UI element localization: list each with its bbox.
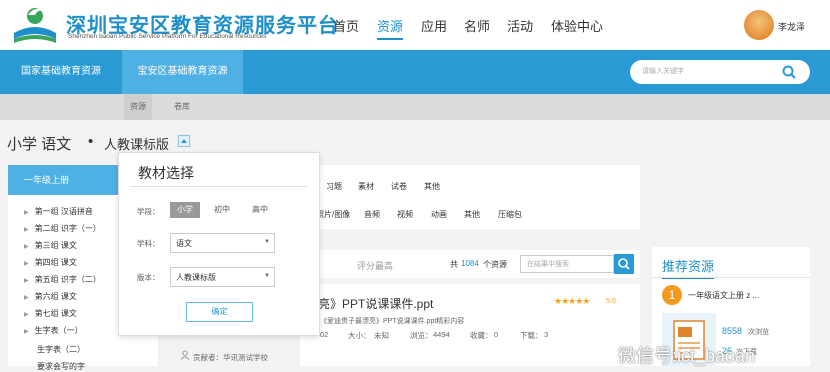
tab-national-resources[interactable]: 国家基础教育资源 xyxy=(0,50,122,94)
chevron-down-icon: ▼ xyxy=(264,239,270,245)
expand-icon: ▶ xyxy=(24,244,29,250)
sort-highest-rated[interactable]: 评分最高 xyxy=(357,259,393,272)
recommend-views: 8558 xyxy=(722,326,743,336)
expand-icon: ▶ xyxy=(24,278,29,284)
search-icon[interactable] xyxy=(614,254,634,274)
nav-apps[interactable]: 应用 xyxy=(421,16,447,35)
recommend-title: 推荐资源 xyxy=(662,256,715,279)
size-value: 未知 xyxy=(374,331,389,340)
nav-home[interactable]: 首页 xyxy=(333,16,359,35)
total-count: 1084 xyxy=(461,259,479,268)
wechat-icon xyxy=(598,348,618,364)
sidebar-item[interactable]: ▶ 第四组 课文 xyxy=(24,257,77,268)
filter-animation[interactable]: 动画 xyxy=(431,209,447,220)
sidebar-item[interactable]: ▶ 生字表（一） xyxy=(24,325,83,336)
download-value: 3 xyxy=(544,330,549,339)
filter-video[interactable]: 视频 xyxy=(397,209,413,220)
edition-label: 版本： xyxy=(137,273,160,282)
chevron-down-icon: ▼ xyxy=(264,273,270,279)
breadcrumb-subject: 小学 语文 xyxy=(7,136,72,153)
watermark: 微信号:ict_baoan xyxy=(618,346,756,366)
nav-teachers[interactable]: 名师 xyxy=(464,16,490,35)
filter-other-2[interactable]: 其他 xyxy=(464,209,480,220)
sidebar-item[interactable]: ▶ 第五组 识字（二） xyxy=(24,274,101,285)
expand-icon: ▶ xyxy=(24,329,29,335)
subject-label: 学科： xyxy=(137,239,160,248)
sidebar-item[interactable]: 要求会写的字 xyxy=(37,361,85,372)
views-label: 浏览： xyxy=(410,331,433,340)
subtab-resources[interactable]: 资源 xyxy=(124,94,152,120)
resource-uploader: 贡献者：华讯测试学校 xyxy=(193,353,268,362)
collapse-icon[interactable] xyxy=(178,135,190,147)
popup-divider xyxy=(130,186,308,187)
filter-paper[interactable]: 试卷 xyxy=(391,181,407,192)
filter-image[interactable]: 照片/图像 xyxy=(316,209,350,220)
size-label: 大小： xyxy=(348,331,371,340)
popup-title: 教材选择 xyxy=(138,165,194,181)
expand-icon: ▶ xyxy=(24,261,29,267)
stage-junior-button[interactable]: 初中 xyxy=(210,202,234,218)
stage-label: 学段： xyxy=(137,207,160,216)
nav-activities[interactable]: 活动 xyxy=(507,16,533,35)
breadcrumb-separator: • xyxy=(88,133,94,150)
user-icon xyxy=(180,350,190,360)
resource-title[interactable]: 亮》PPT说课课件.ppt xyxy=(318,295,433,312)
fav-value: 0 xyxy=(494,330,499,339)
rating-stars-icon: ★★★★★ xyxy=(554,296,590,306)
sidebar-item[interactable]: ▶ 第一组 汉语拼音 xyxy=(24,206,93,217)
tab-baoan-resources[interactable]: 宝安区基础教育资源 xyxy=(122,50,243,94)
logo-icon[interactable] xyxy=(8,3,62,45)
recommend-item-title[interactable]: 一年级语文上册 z ... xyxy=(688,290,759,301)
edition-select-value: 人教课标版 xyxy=(176,273,216,282)
recommend-divider xyxy=(652,277,810,278)
avatar[interactable] xyxy=(744,10,774,40)
sidebar-item[interactable]: 生字表（二） xyxy=(37,344,85,355)
sidebar-item[interactable]: ▶ 第二组 识字（一） xyxy=(24,223,101,234)
confirm-button[interactable]: 确定 xyxy=(186,302,253,322)
site-subtitle: Shenzhen baoan Public Service Platform F… xyxy=(68,33,267,40)
filter-material[interactable]: 素材 xyxy=(358,181,374,192)
search-icon[interactable] xyxy=(770,60,810,84)
rating-score: 5.0 xyxy=(606,298,616,305)
nav-experience[interactable]: 体验中心 xyxy=(551,16,603,35)
expand-icon: ▶ xyxy=(24,295,29,301)
stage-primary-button[interactable]: 小学 xyxy=(170,202,200,218)
download-label: 下载： xyxy=(520,331,543,340)
nav-resources[interactable]: 资源 xyxy=(377,16,404,40)
sidebar-item[interactable]: ▶ 第三组 课文 xyxy=(24,240,77,251)
resource-description: 《爱迪贵子最漂亮》PPT说课课件.ppt精彩内容 xyxy=(320,318,465,325)
expand-icon: ▶ xyxy=(24,227,29,233)
username[interactable]: 李龙泽 xyxy=(778,20,805,33)
views-value: 4494 xyxy=(433,330,450,339)
rank-badge: 1 xyxy=(662,285,682,305)
search-placeholder: 请输入关键字 xyxy=(642,68,684,75)
sidebar-item[interactable]: ▶ 第六组 课文 xyxy=(24,291,77,302)
total-suffix: 个资源 xyxy=(483,260,507,269)
recommend-views-label: 次浏览 xyxy=(748,329,769,336)
expand-icon: ▶ xyxy=(24,210,29,216)
filter-other[interactable]: 其他 xyxy=(424,181,440,192)
breadcrumb-edition[interactable]: 人教课标版 xyxy=(104,134,169,153)
expand-icon: ▶ xyxy=(24,312,29,318)
result-search-placeholder: 在结果中搜索 xyxy=(527,261,569,268)
subtab-papers[interactable]: 卷库 xyxy=(174,94,190,120)
total-prefix: 共 xyxy=(450,260,458,269)
sidebar-item[interactable]: ▶ 第七组 课文 xyxy=(24,308,77,319)
resource-date: 02 xyxy=(320,330,329,339)
filter-exercise[interactable]: 习题 xyxy=(326,181,342,192)
fav-label: 收藏： xyxy=(470,331,493,340)
stage-senior-button[interactable]: 高中 xyxy=(248,202,272,218)
filter-archive[interactable]: 压缩包 xyxy=(498,209,522,220)
subject-select-value: 语文 xyxy=(176,239,192,248)
filter-audio[interactable]: 音频 xyxy=(364,209,380,220)
